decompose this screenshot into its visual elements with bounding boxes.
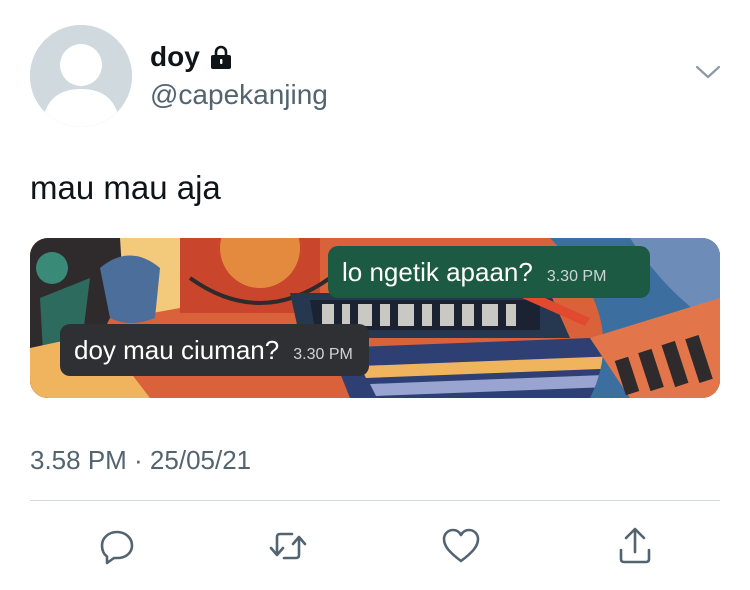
avatar[interactable]	[30, 25, 132, 127]
tweet-timestamp[interactable]: 3.58 PM · 25/05/21	[30, 444, 251, 476]
share-icon	[619, 527, 651, 564]
share-button[interactable]	[615, 526, 655, 566]
tweet-text: mau mau aja	[30, 169, 221, 206]
retweet-icon	[269, 532, 307, 560]
like-button[interactable]	[441, 526, 481, 566]
reply-button[interactable]	[97, 526, 137, 566]
chevron-down-icon[interactable]	[694, 62, 722, 82]
display-name-row[interactable]: doy	[150, 40, 234, 74]
chat-message-time: 3.30 PM	[293, 346, 353, 363]
lock-icon	[208, 44, 234, 70]
chat-bubble-incoming: doy mau ciuman? 3.30 PM	[60, 324, 369, 376]
reply-icon	[100, 530, 134, 565]
default-avatar-icon	[30, 25, 132, 127]
chat-message-text: doy mau ciuman?	[74, 334, 280, 365]
retweet-button[interactable]	[268, 526, 308, 566]
like-icon	[442, 528, 480, 563]
chat-message-time: 3.30 PM	[546, 268, 607, 285]
chat-bubble-outgoing: lo ngetik apaan? 3.30 PM	[328, 246, 651, 298]
chat-message-text: lo ngetik apaan?	[342, 256, 533, 287]
handle[interactable]: @capekanjing	[150, 78, 328, 112]
divider	[30, 500, 720, 501]
tweet-media-image[interactable]: lo ngetik apaan? 3.30 PM doy mau ciuman?…	[30, 238, 720, 398]
display-name[interactable]: doy	[150, 40, 200, 74]
